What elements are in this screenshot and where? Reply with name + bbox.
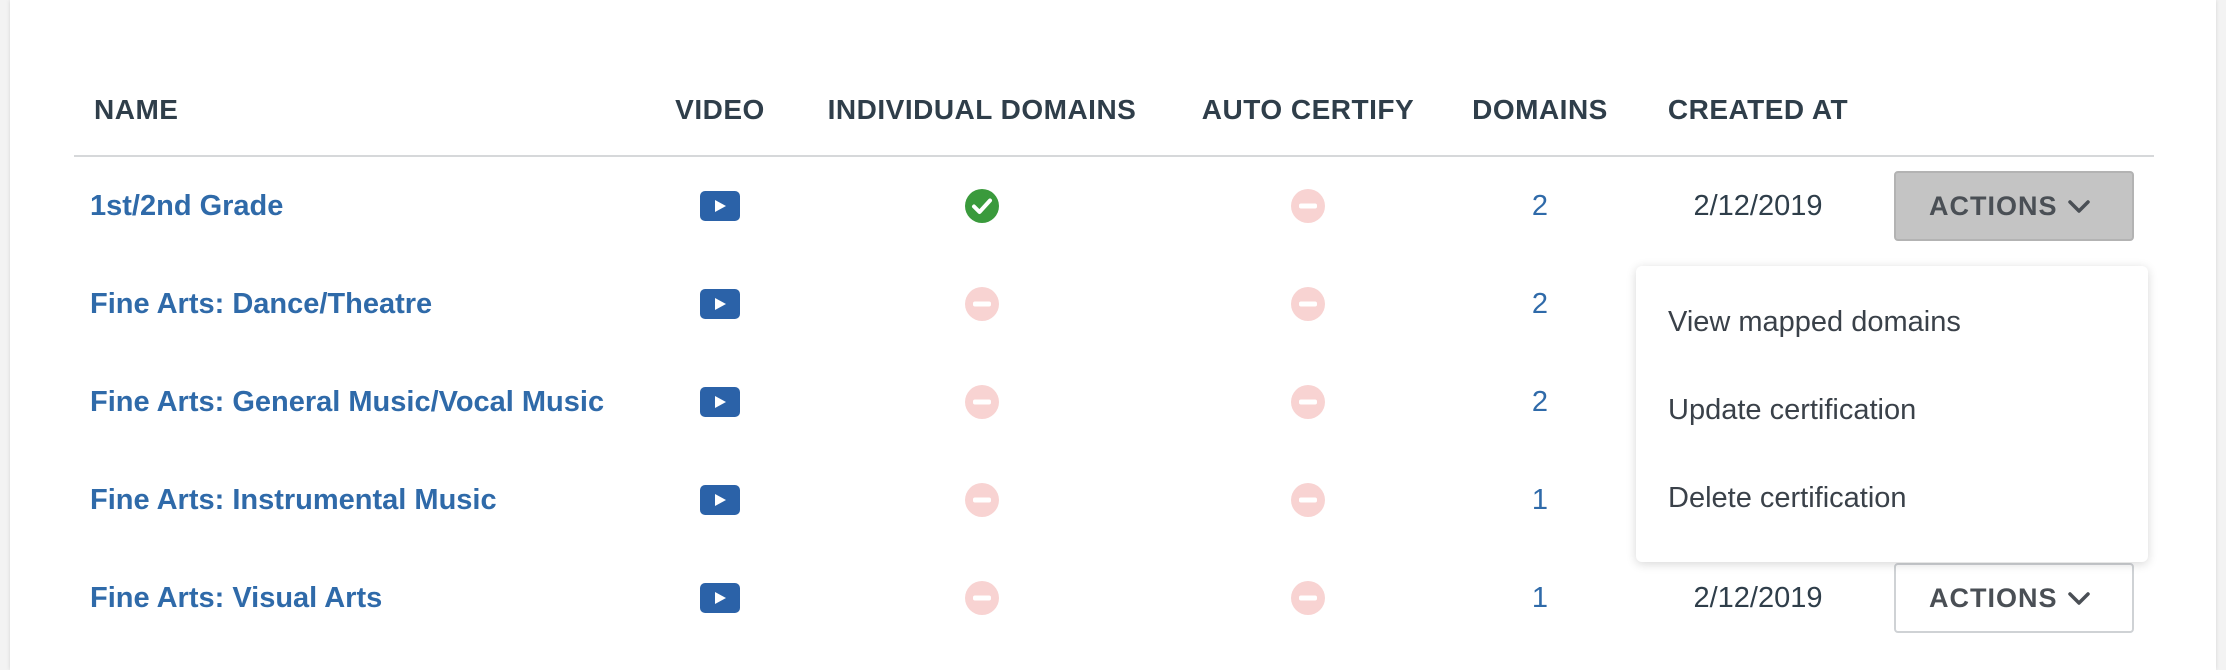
minus-circle-icon <box>1290 580 1326 616</box>
table-header: NAME VIDEO INDIVIDUAL DOMAINS AUTO CERTI… <box>10 80 2216 140</box>
minus-circle-icon <box>1290 482 1326 518</box>
certification-name-link[interactable]: Fine Arts: Instrumental Music <box>90 484 497 517</box>
certification-name-link[interactable]: 1st/2nd Grade <box>90 190 283 223</box>
minus-circle-icon <box>964 384 1000 420</box>
actions-dropdown-menu: View mapped domains Update certification… <box>1636 266 2148 562</box>
actions-button-label: ACTIONS <box>1929 582 2058 613</box>
domains-count-link[interactable]: 2 <box>1532 190 1548 223</box>
domains-count-link[interactable]: 2 <box>1532 386 1548 419</box>
domains-count-link[interactable]: 1 <box>1532 582 1548 615</box>
play-video-icon[interactable] <box>700 583 740 613</box>
certification-name-link[interactable]: Fine Arts: Dance/Theatre <box>90 288 432 321</box>
certifications-panel: NAME VIDEO INDIVIDUAL DOMAINS AUTO CERTI… <box>10 0 2216 670</box>
table-row: Fine Arts: Visual Arts 1 2/12/2019 ACTIO… <box>10 549 2216 647</box>
header-video[interactable]: VIDEO <box>675 80 765 140</box>
minus-circle-icon <box>964 482 1000 518</box>
header-auto-certify[interactable]: AUTO CERTIFY <box>1202 80 1414 140</box>
minus-circle-icon <box>1290 384 1326 420</box>
minus-circle-icon <box>964 580 1000 616</box>
menu-item-update-certification[interactable]: Update certification <box>1668 394 1916 427</box>
actions-dropdown-button[interactable]: ACTIONS <box>1894 563 2134 633</box>
certification-name-link[interactable]: Fine Arts: General Music/Vocal Music <box>90 386 604 419</box>
actions-dropdown-button[interactable]: ACTIONS <box>1894 171 2134 241</box>
header-individual-domains[interactable]: INDIVIDUAL DOMAINS <box>828 80 1137 140</box>
chevron-down-icon <box>2068 200 2090 219</box>
play-video-icon[interactable] <box>700 191 740 221</box>
header-created-at[interactable]: CREATED AT <box>1668 80 1848 140</box>
table-row: 1st/2nd Grade 2 2/12/2019 ACTIONS <box>10 157 2216 255</box>
menu-item-view-mapped-domains[interactable]: View mapped domains <box>1668 306 1961 339</box>
play-video-icon[interactable] <box>700 387 740 417</box>
actions-button-label: ACTIONS <box>1929 190 2058 221</box>
play-video-icon[interactable] <box>700 289 740 319</box>
domains-count-link[interactable]: 1 <box>1532 484 1548 517</box>
minus-circle-icon <box>1290 188 1326 224</box>
created-at-date: 2/12/2019 <box>1693 581 1823 614</box>
minus-circle-icon <box>1290 286 1326 322</box>
minus-circle-icon <box>964 286 1000 322</box>
domains-count-link[interactable]: 2 <box>1532 288 1548 321</box>
menu-item-delete-certification[interactable]: Delete certification <box>1668 482 1907 515</box>
check-circle-icon <box>964 188 1000 224</box>
chevron-down-icon <box>2068 592 2090 611</box>
header-name[interactable]: NAME <box>94 80 178 140</box>
header-domains[interactable]: DOMAINS <box>1472 80 1608 140</box>
certification-name-link[interactable]: Fine Arts: Visual Arts <box>90 582 382 615</box>
created-at-date: 2/12/2019 <box>1693 189 1823 222</box>
play-video-icon[interactable] <box>700 485 740 515</box>
